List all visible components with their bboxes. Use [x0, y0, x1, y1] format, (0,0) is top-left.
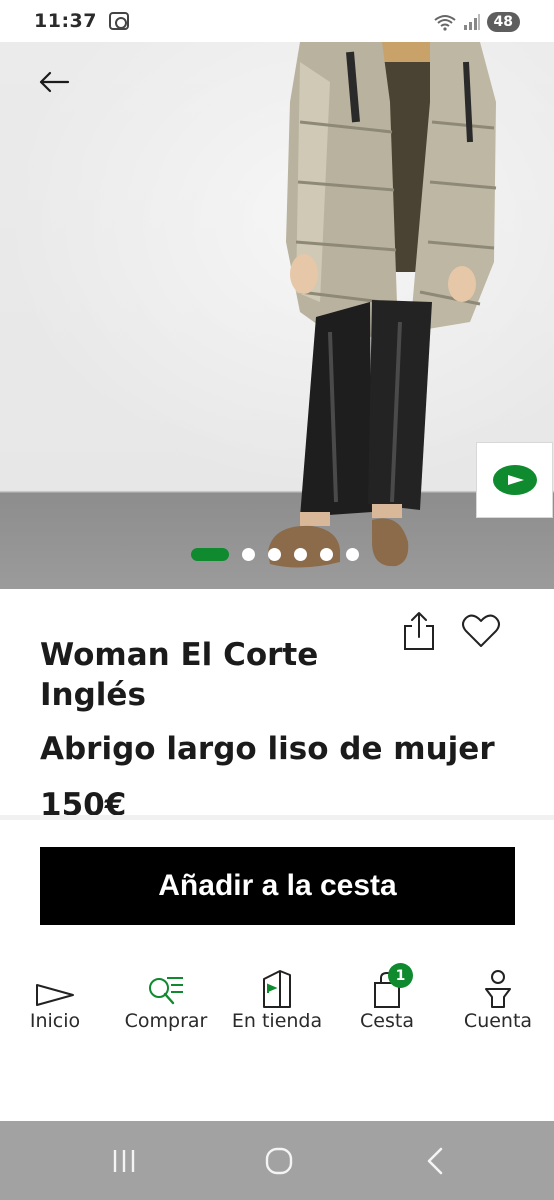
- home-circle-icon: [265, 1147, 293, 1175]
- nav-item-cuenta[interactable]: Cuenta: [443, 965, 553, 1033]
- product-title: Abrigo largo liso de mujer: [40, 731, 495, 767]
- recent-apps-button[interactable]: [106, 1143, 142, 1179]
- screenshot-icon: [108, 12, 129, 30]
- store-building-icon: [255, 965, 299, 1009]
- wifi-icon: [433, 15, 456, 31]
- product-photo: [268, 42, 497, 568]
- carousel-dot[interactable]: [346, 548, 359, 561]
- divider: [0, 815, 554, 820]
- product-image-carousel[interactable]: [0, 42, 554, 589]
- nav-item-cesta[interactable]: 1 Cesta: [332, 963, 442, 1033]
- bottom-navigation: Inicio Comprar En tienda 1 Cesta Cuenta: [0, 963, 554, 1055]
- nav-item-en-tienda[interactable]: En tienda: [222, 965, 332, 1033]
- carousel-dot[interactable]: [294, 548, 307, 561]
- nav-label: Cesta: [360, 1010, 414, 1032]
- home-flag-icon: [33, 965, 77, 1009]
- product-price: 150€: [40, 787, 127, 815]
- play-icon: [492, 465, 537, 495]
- signal-icon: [463, 14, 480, 30]
- shopping-bag-icon: 1: [365, 963, 413, 1009]
- favorite-button[interactable]: [461, 613, 501, 649]
- share-icon: [404, 612, 434, 650]
- home-button[interactable]: [261, 1143, 297, 1179]
- status-indicators: 48: [433, 12, 520, 32]
- product-info: Woman El Corte Inglés Abrigo largo liso …: [0, 589, 554, 815]
- person-icon: [476, 965, 520, 1009]
- chevron-left-icon: [427, 1147, 443, 1175]
- carousel-dot[interactable]: [242, 548, 255, 561]
- status-time: 11:37: [34, 10, 97, 32]
- back-button[interactable]: [34, 66, 74, 98]
- share-button[interactable]: [403, 611, 435, 651]
- nav-label: Inicio: [29, 1010, 81, 1032]
- search-list-icon: [144, 965, 188, 1009]
- add-to-cart-button[interactable]: Añadir a la cesta: [40, 847, 515, 925]
- carousel-dot-active[interactable]: [191, 548, 229, 561]
- carousel-dot[interactable]: [268, 548, 281, 561]
- arrow-left-icon: [39, 71, 70, 93]
- recent-apps-icon: [113, 1150, 135, 1172]
- status-bar: 11:37 48: [0, 0, 554, 42]
- cart-count-badge: 1: [388, 963, 413, 988]
- system-back-button[interactable]: [417, 1143, 453, 1179]
- nav-label: En tienda: [231, 1010, 323, 1032]
- carousel-dot[interactable]: [320, 548, 333, 561]
- carousel-pagination: [191, 548, 359, 561]
- nav-label: Cuenta: [463, 1010, 533, 1032]
- heart-icon: [462, 614, 500, 647]
- battery-indicator: 48: [486, 12, 520, 32]
- brand-name[interactable]: Woman El Corte Inglés: [40, 635, 380, 715]
- nav-item-inicio[interactable]: Inicio: [0, 965, 110, 1033]
- system-navigation-bar: [0, 1121, 554, 1200]
- nav-label: Comprar: [124, 1010, 208, 1032]
- nav-item-comprar[interactable]: Comprar: [111, 965, 221, 1033]
- side-video-button[interactable]: [476, 442, 553, 518]
